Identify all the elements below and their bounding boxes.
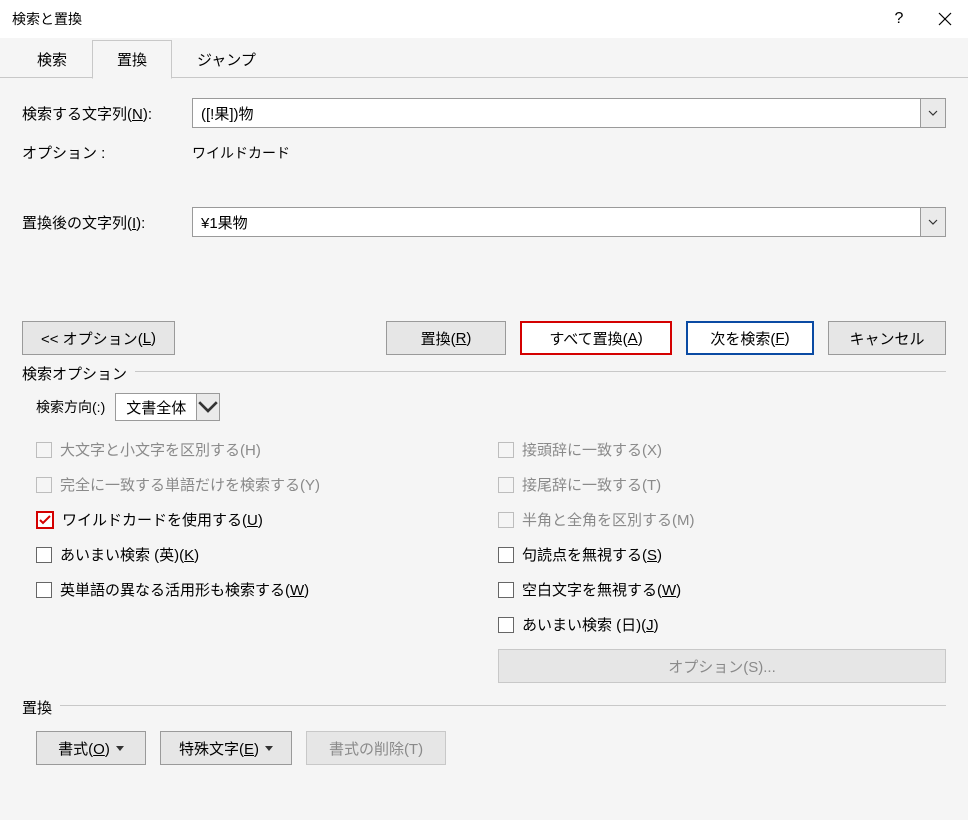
replace-all-button[interactable]: すべて置換(A)	[520, 321, 672, 355]
options-right-col: 接頭辞に一致する(X) 接尾辞に一致する(T) 半角と全角を区別する(M) 句読…	[484, 439, 946, 683]
option-label: オプション :	[22, 142, 192, 163]
cancel-button[interactable]: キャンセル	[828, 321, 946, 355]
tab-jump[interactable]: ジャンプ	[172, 40, 281, 78]
replace-format-row: 書式(O) 特殊文字(E) 書式の削除(T)	[22, 725, 946, 765]
replace-label: 置換後の文字列(I):	[22, 212, 192, 233]
match-case-option: 大文字と小文字を区別する(H)	[36, 439, 484, 460]
match-width-checkbox	[498, 512, 514, 528]
replace-dropdown-button[interactable]	[920, 207, 946, 237]
direction-dropdown-button[interactable]	[196, 393, 220, 421]
find-replace-dialog: 検索と置換 ? 検索 置換 ジャンプ 検索する文字列(N):	[0, 0, 968, 820]
replace-group-legend: 置換	[22, 697, 60, 718]
special-button[interactable]: 特殊文字(E)	[160, 731, 292, 765]
replace-button[interactable]: 置換(R)	[386, 321, 506, 355]
word-forms-checkbox[interactable]	[36, 582, 52, 598]
form-panel: 検索する文字列(N): オプション : ワイルドカード 置換後の文字列(I):	[0, 78, 968, 313]
ignore-punct-checkbox[interactable]	[498, 547, 514, 563]
fuzzy-jp-option[interactable]: あいまい検索 (日)(J)	[498, 614, 946, 635]
use-wildcards-checkbox[interactable]	[36, 511, 54, 529]
find-combo	[192, 98, 946, 128]
fuzzy-jp-checkbox[interactable]	[498, 617, 514, 633]
match-suffix-checkbox	[498, 477, 514, 493]
chevron-down-icon	[197, 400, 219, 413]
button-row: << オプション(L) 置換(R) すべて置換(A) 次を検索(F) キャンセル	[0, 313, 968, 367]
search-options-legend: 検索オプション	[22, 363, 135, 384]
check-icon	[39, 514, 51, 526]
find-label: 検索する文字列(N):	[22, 103, 192, 124]
replace-input[interactable]	[192, 207, 920, 237]
replace-combo	[192, 207, 946, 237]
find-dropdown-button[interactable]	[920, 98, 946, 128]
caret-down-icon	[265, 746, 273, 751]
direction-value: 文書全体	[115, 393, 196, 421]
chevron-down-icon	[928, 219, 938, 225]
use-wildcards-option[interactable]: ワイルドカードを使用する(U)	[36, 509, 484, 530]
clear-format-button: 書式の削除(T)	[306, 731, 446, 765]
option-row: オプション : ワイルドカード	[22, 142, 946, 163]
direction-row: 検索方向(:) 文書全体	[36, 393, 946, 421]
tabstrip: 検索 置換 ジャンプ	[0, 38, 968, 78]
word-forms-option[interactable]: 英単語の異なる活用形も検索する(W)	[36, 579, 484, 600]
ignore-punct-option[interactable]: 句読点を無視する(S)	[498, 544, 946, 565]
less-options-button[interactable]: << オプション(L)	[22, 321, 175, 355]
tab-search[interactable]: 検索	[12, 40, 92, 78]
find-input[interactable]	[192, 98, 920, 128]
titlebar: 検索と置換 ?	[0, 0, 968, 38]
window-title: 検索と置換	[12, 9, 82, 29]
match-prefix-checkbox	[498, 442, 514, 458]
format-button[interactable]: 書式(O)	[36, 731, 146, 765]
close-button[interactable]	[922, 0, 968, 38]
match-prefix-option: 接頭辞に一致する(X)	[498, 439, 946, 460]
search-options-group: 検索オプション 検索方向(:) 文書全体 大文字と小文字を区別す	[22, 371, 946, 683]
match-suffix-option: 接尾辞に一致する(T)	[498, 474, 946, 495]
fuzzy-options-button: オプション(S)...	[498, 649, 946, 683]
ignore-whitespace-option[interactable]: 空白文字を無視する(W)	[498, 579, 946, 600]
match-width-option: 半角と全角を区別する(M)	[498, 509, 946, 530]
fuzzy-en-checkbox[interactable]	[36, 547, 52, 563]
find-row: 検索する文字列(N):	[22, 98, 946, 128]
direction-select[interactable]: 文書全体	[115, 393, 220, 421]
close-icon	[938, 12, 952, 26]
help-button[interactable]: ?	[876, 0, 922, 38]
caret-down-icon	[116, 746, 124, 751]
options-left-col: 大文字と小文字を区別する(H) 完全に一致する単語だけを検索する(Y) ワイルド…	[22, 439, 484, 683]
options-columns: 大文字と小文字を区別する(H) 完全に一致する単語だけを検索する(Y) ワイルド…	[22, 439, 946, 683]
chevron-down-icon	[928, 110, 938, 116]
match-case-checkbox	[36, 442, 52, 458]
option-value: ワイルドカード	[192, 143, 290, 163]
whole-word-checkbox	[36, 477, 52, 493]
ignore-whitespace-checkbox[interactable]	[498, 582, 514, 598]
fuzzy-en-option[interactable]: あいまい検索 (英)(K)	[36, 544, 484, 565]
whole-word-option: 完全に一致する単語だけを検索する(Y)	[36, 474, 484, 495]
find-next-button[interactable]: 次を検索(F)	[686, 321, 814, 355]
direction-label: 検索方向(:)	[36, 397, 105, 417]
tab-replace[interactable]: 置換	[92, 40, 172, 79]
client-area: 検索 置換 ジャンプ 検索する文字列(N): オプション : ワイルドカード	[0, 38, 968, 820]
replace-group: 置換 書式(O) 特殊文字(E) 書式の削除(T)	[22, 705, 946, 765]
replace-row: 置換後の文字列(I):	[22, 207, 946, 237]
